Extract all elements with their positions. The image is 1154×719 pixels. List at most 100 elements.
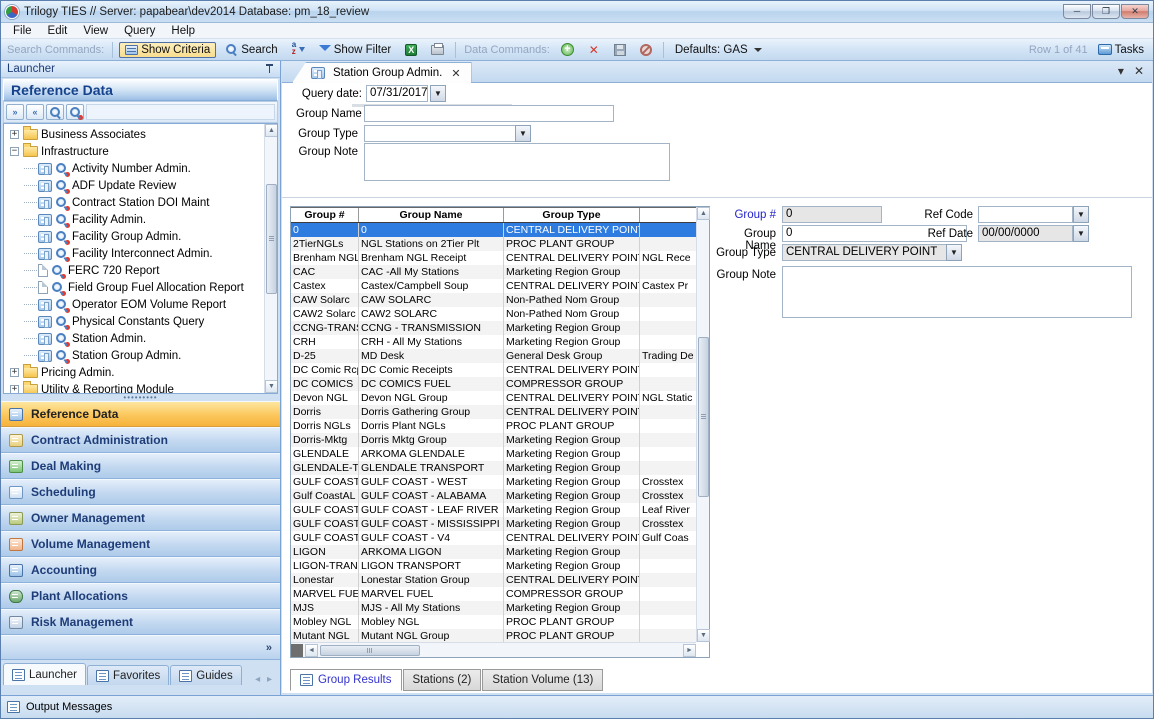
accordion-risk-management[interactable]: Risk Management	[1, 609, 280, 635]
close-button[interactable]: ✕	[1121, 4, 1149, 19]
scroll-up-button[interactable]: ▲	[265, 124, 278, 137]
accordion-accounting[interactable]: Accounting	[1, 557, 280, 583]
accordion-scheduling[interactable]: Scheduling	[1, 479, 280, 505]
menu-file[interactable]: File	[5, 24, 40, 38]
tab-favorites[interactable]: Favorites	[87, 665, 169, 685]
detail-group-note-input[interactable]	[782, 266, 1132, 318]
tree-item-facility-admin[interactable]: Facility Admin.	[4, 211, 263, 228]
ref-code-select[interactable]	[978, 206, 1073, 223]
tab-launcher[interactable]: Launcher	[3, 663, 86, 685]
menu-help[interactable]: Help	[163, 24, 203, 38]
tree-item-station-group-admin[interactable]: Station Group Admin.	[4, 347, 263, 364]
tree-item-pricing-admin[interactable]: +Pricing Admin.	[4, 364, 263, 381]
tree-item-contract-station-doi-maint[interactable]: Contract Station DOI Maint	[4, 194, 263, 211]
expand-icon[interactable]: +	[10, 385, 19, 394]
tree-item-facility-group-admin[interactable]: Facility Group Admin.	[4, 228, 263, 245]
grid-row-dorris[interactable]: DorrisDorris Gathering GroupCENTRAL DELI…	[291, 405, 696, 419]
tab-group-results[interactable]: Group Results	[290, 669, 402, 691]
grid-row-2tierngls[interactable]: 2TierNGLsNGL Stations on 2Tier PltPROC P…	[291, 237, 696, 251]
accordion-plant-allocations[interactable]: Plant Allocations	[1, 583, 280, 609]
grid-row-ccng-transi[interactable]: CCNG-TRANSICCNG - TRANSMISSIONMarketing …	[291, 321, 696, 335]
expand-icon[interactable]: +	[10, 130, 19, 139]
tree-scrollbar[interactable]: ▲ ▼	[264, 124, 277, 393]
tab-station-group-admin[interactable]: Station Group Admin. ✕	[292, 62, 472, 83]
grid-row-gulf-coastn[interactable]: GULF COASTNGULF COAST - MISSISSIPPIMarke…	[291, 517, 696, 531]
ref-code-dropdown-button[interactable]: ▼	[1073, 206, 1089, 223]
collapse-all-button[interactable]: «	[26, 104, 44, 120]
accordion-deal-making[interactable]: Deal Making	[1, 453, 280, 479]
delete-row-button[interactable]: ✕	[583, 43, 605, 57]
tab-close-icon[interactable]: ✕	[451, 67, 460, 80]
scroll-thumb[interactable]	[320, 645, 420, 656]
scroll-thumb[interactable]	[698, 337, 709, 497]
sort-button[interactable]	[287, 42, 310, 57]
tree-item-infrastructure[interactable]: −Infrastructure	[4, 143, 263, 160]
panel-splitter[interactable]: •••••••••	[1, 394, 280, 401]
restore-button[interactable]: ❐	[1092, 4, 1120, 19]
grid-row-glendale[interactable]: GLENDALEARKOMA GLENDALEMarketing Region …	[291, 447, 696, 461]
grid-row-caw-solarc[interactable]: CAW SolarcCAW SOLARCNon-Pathed Nom Group	[291, 293, 696, 307]
query-date-dropdown-button[interactable]: ▼	[430, 85, 446, 102]
grid-row-gulf-coastv[interactable]: GULF COASTVGULF COAST - V4CENTRAL DELIVE…	[291, 531, 696, 545]
tab-list-dropdown-icon[interactable]: ▾	[1118, 64, 1124, 78]
tree-item-adf-update-review[interactable]: ADF Update Review	[4, 177, 263, 194]
tab-guides[interactable]: Guides	[170, 665, 241, 685]
find-clear-button[interactable]	[66, 104, 84, 120]
grid-vertical-scrollbar[interactable]: ▲ ▼	[696, 207, 709, 642]
grid-row-0[interactable]: 00CENTRAL DELIVERY POINT	[291, 223, 696, 237]
grid-row-crh[interactable]: CRHCRH - All My StationsMarketing Region…	[291, 335, 696, 349]
scroll-down-button[interactable]: ▼	[697, 629, 710, 642]
scroll-left-button[interactable]: ◄	[305, 644, 318, 657]
grid-row-caw2-solarc[interactable]: CAW2 SolarcCAW2 SOLARCNon-Pathed Nom Gro…	[291, 307, 696, 321]
tree-item-physical-constants-query[interactable]: Physical Constants Query	[4, 313, 263, 330]
accordion-volume-management[interactable]: Volume Management	[1, 531, 280, 557]
overflow-chevron-button[interactable]: »	[266, 642, 272, 654]
menu-view[interactable]: View	[75, 24, 116, 38]
tree-item-utility-reporting-module[interactable]: +Utility & Reporting Module	[4, 381, 263, 394]
collapse-icon[interactable]: −	[10, 147, 19, 156]
scroll-right-button[interactable]: ►	[683, 644, 696, 657]
grid-row-dorris-mktg[interactable]: Dorris-MktgDorris Mktg GroupMarketing Re…	[291, 433, 696, 447]
grid-row-dc-comic-rcp[interactable]: DC Comic RcpDC Comic ReceiptsCENTRAL DEL…	[291, 363, 696, 377]
tree-item-activity-number-admin[interactable]: Activity Number Admin.	[4, 160, 263, 177]
grid-row-brenham-ngl[interactable]: Brenham NGLBrenham NGL ReceiptCENTRAL DE…	[291, 251, 696, 265]
menu-edit[interactable]: Edit	[40, 24, 76, 38]
grid-horizontal-scrollbar[interactable]: ◄ ►	[291, 642, 696, 657]
grid-row-devon-ngl[interactable]: Devon NGLDevon NGL GroupCENTRAL DELIVERY…	[291, 391, 696, 405]
add-row-button[interactable]: +	[556, 42, 579, 57]
detail-group-type-dropdown-button[interactable]: ▼	[946, 244, 962, 261]
accordion-contract-administration[interactable]: Contract Administration	[1, 427, 280, 453]
grid-row-ligon[interactable]: LIGONARKOMA LIGONMarketing Region Group	[291, 545, 696, 559]
grid-row-gulf-coastl[interactable]: GULF COASTLGULF COAST - LEAF RIVERMarket…	[291, 503, 696, 517]
detail-group-type-select[interactable]: CENTRAL DELIVERY POINT	[782, 244, 947, 261]
grid-row-dorris-ngls[interactable]: Dorris NGLsDorris Plant NGLsPROC PLANT G…	[291, 419, 696, 433]
grid-row-gulf-coast[interactable]: GULF COASTGULF COAST - WESTMarketing Reg…	[291, 475, 696, 489]
grid-row-gulf-coastal[interactable]: Gulf CoastALGULF COAST - ALABAMAMarketin…	[291, 489, 696, 503]
query-date-field[interactable]: 07/31/2017	[366, 85, 428, 102]
ref-date-field[interactable]: 00/00/0000	[978, 225, 1073, 242]
tab-stations-2[interactable]: Stations (2)	[403, 669, 482, 691]
scroll-down-button[interactable]: ▼	[265, 380, 278, 393]
ref-date-dropdown-button[interactable]: ▼	[1073, 225, 1089, 242]
menu-query[interactable]: Query	[116, 24, 163, 38]
tree-item-operator-eom-volume-report[interactable]: Operator EOM Volume Report	[4, 296, 263, 313]
grid-row-castex[interactable]: CastexCastex/Campbell SoupCENTRAL DELIVE…	[291, 279, 696, 293]
grid-row-mjs[interactable]: MJSMJS - All My StationsMarketing Region…	[291, 601, 696, 615]
group-type-dropdown-button[interactable]: ▼	[515, 125, 531, 142]
grid-column-header-group[interactable]: Group #	[291, 208, 359, 222]
tree-item-field-group-fuel-allocation-report[interactable]: Field Group Fuel Allocation Report	[4, 279, 263, 296]
tree-item-facility-interconnect-admin[interactable]: Facility Interconnect Admin.	[4, 245, 263, 262]
pin-icon[interactable]	[265, 63, 274, 75]
grid-row-lonestar[interactable]: LonestarLonestar Station GroupCENTRAL DE…	[291, 573, 696, 587]
expand-all-button[interactable]: »	[6, 104, 24, 120]
grid-column-header-group-name[interactable]: Group Name	[359, 208, 504, 222]
print-button[interactable]	[426, 44, 449, 56]
tasks-button[interactable]: Tasks	[1093, 43, 1149, 57]
scroll-up-button[interactable]: ▲	[697, 207, 710, 220]
tree-item-ferc-720-report[interactable]: FERC 720 Report	[4, 262, 263, 279]
find-button[interactable]	[46, 104, 64, 120]
tab-station-volume-13[interactable]: Station Volume (13)	[482, 669, 603, 691]
grid-column-header-note[interactable]	[640, 208, 696, 222]
search-button[interactable]: Search	[220, 42, 282, 57]
accordion-reference-data[interactable]: Reference Data	[1, 401, 280, 427]
